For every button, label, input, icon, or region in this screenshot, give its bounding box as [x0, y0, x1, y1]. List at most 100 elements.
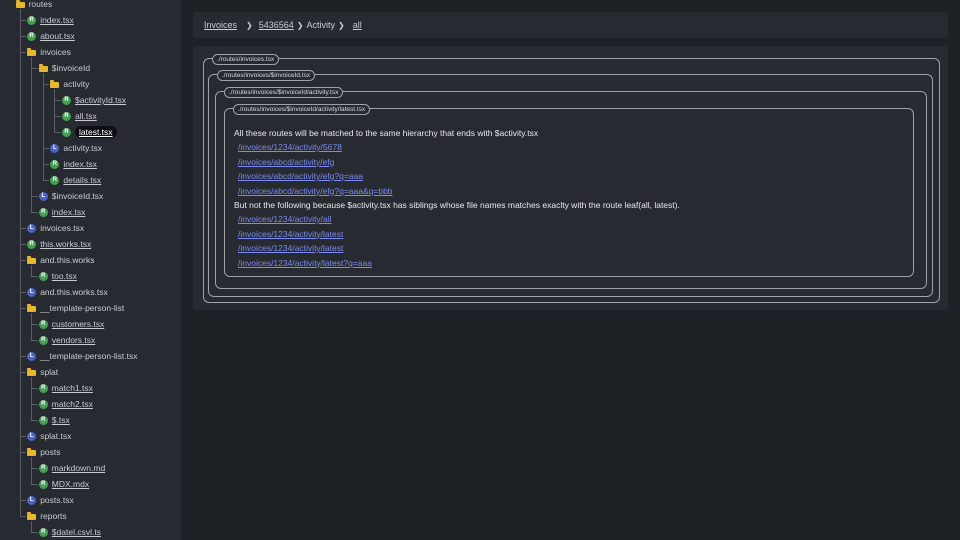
tree-file[interactable]: R $datel.csvl.ts [38, 524, 101, 540]
tree-file[interactable]: Rcustomers.tsx [38, 316, 104, 332]
tree-guide-line [31, 484, 38, 485]
tree-file[interactable]: R $activityId.tsx [62, 92, 126, 108]
chevron-right-icon: ❯ [296, 20, 304, 30]
tree-item-label[interactable]: $activityId.tsx [75, 95, 126, 105]
tree-file: Lsplat.tsx [27, 428, 71, 444]
tree-file: Linvoices.tsx [27, 220, 84, 236]
breadcrumb-activity: Activity [306, 20, 335, 30]
outlet-label: ./routes/invoices/$invoiceId/activity/la… [233, 104, 371, 115]
tree-item-label[interactable]: customers.tsx [52, 319, 104, 329]
tree-item-label[interactable]: $datel.csvl.ts [52, 527, 101, 537]
route-link[interactable]: /invoices/1234/activity/5678 [238, 140, 680, 155]
tree-guide-line [54, 89, 56, 132]
breadcrumb-all-link[interactable]: all [353, 20, 362, 30]
route-icon: R [38, 207, 48, 217]
tree-item-label[interactable]: match1.tsx [52, 383, 93, 393]
matched-intro-text: All these routes will be matched to the … [234, 128, 539, 138]
tree-guide-line [31, 340, 38, 341]
tree-guide-line [31, 276, 38, 277]
route-icon: R [38, 271, 48, 281]
matched-links-list: /invoices/1234/activity/5678/invoices/ab… [234, 140, 680, 198]
tree-file: Lposts.tsx [27, 492, 74, 508]
tree-folder: __template-person-list [27, 300, 124, 316]
folder-icon [27, 255, 37, 264]
tree-guide-line [31, 265, 33, 276]
tree-folder: $invoiceId [38, 60, 91, 76]
tree-file[interactable]: Rindex.tsx [50, 156, 97, 172]
tree-item-label[interactable]: index.tsx [40, 15, 74, 25]
tree-item-label: posts [40, 447, 61, 457]
breadcrumb-invoices-link[interactable]: Invoices [204, 20, 237, 30]
tree-file[interactable]: R MDX.mdx [38, 476, 89, 492]
route-link[interactable]: /invoices/abcd/activity/efg?q=aaa [238, 169, 680, 184]
tree-guide-line [31, 313, 33, 340]
tree-item-label[interactable]: vendors.tsx [52, 335, 95, 345]
folder-icon [27, 447, 37, 456]
tree-file[interactable]: Rtoo.tsx [38, 268, 77, 284]
route-icon: R [38, 463, 48, 473]
tree-item-label: invoices [40, 47, 71, 57]
tree-guide-line [54, 132, 61, 133]
tree-item-label[interactable]: index.tsx [52, 207, 86, 217]
route-icon: R [62, 111, 71, 121]
tree-item-label: activity.tsx [63, 143, 102, 153]
route-icon: R [38, 527, 48, 537]
layout-icon: L [27, 431, 37, 441]
tree-file[interactable]: Rabout.tsx [27, 28, 75, 44]
tree-item-label[interactable]: all.tsx [75, 111, 97, 121]
tree-file[interactable]: Rindex.tsx [38, 204, 86, 220]
tree-item-label[interactable]: about.tsx [40, 31, 75, 41]
route-icon: R [38, 319, 48, 329]
tree-guide-line [31, 57, 33, 212]
tree-guide-line [19, 9, 21, 516]
tree-item-label[interactable]: markdown.md [52, 463, 105, 473]
tree-file[interactable]: Rmatch1.tsx [38, 380, 93, 396]
file-tree-sidebar: routes Rindex.tsx Rabout.tsx invoices $invoi… [0, 0, 181, 540]
tree-item-label[interactable]: latest.tsx [75, 126, 117, 138]
tree-item-label[interactable]: index.tsx [63, 159, 97, 169]
outlet-label: ./routes/invoices.tsx [212, 54, 280, 65]
layout-icon: L [27, 351, 37, 361]
layout-icon: L [27, 223, 37, 233]
route-icon: R [38, 335, 48, 345]
route-link[interactable]: /invoices/1234/activity/latest [238, 241, 680, 256]
tree-item-label[interactable]: match2.tsx [52, 399, 93, 409]
route-link[interactable]: /invoices/abcd/activity/efg [238, 155, 680, 170]
unmatched-links-list: /invoices/1234/activity/all/invoices/123… [234, 212, 680, 270]
route-icon: R [50, 175, 60, 185]
tree-file[interactable]: Rall.tsx [62, 108, 97, 124]
tree-item-label[interactable]: this.works.tsx [40, 239, 91, 249]
tree-item-label: and.this.works.tsx [40, 287, 108, 297]
tree-folder: routes [15, 0, 52, 12]
tree-guide-line [19, 516, 27, 517]
tree-item-label[interactable]: $.tsx [52, 415, 70, 425]
layout-icon: L [38, 191, 48, 201]
folder-icon [38, 63, 48, 72]
tree-item-label[interactable]: too.tsx [52, 271, 77, 281]
tree-file[interactable]: Rlatest.tsx [62, 124, 117, 140]
tree-file: Lactivity.tsx [50, 140, 102, 156]
tree-file[interactable]: Rdetails.tsx [50, 172, 101, 188]
route-link[interactable]: /invoices/1234/activity/latest [238, 227, 680, 242]
route-link[interactable]: /invoices/1234/activity/latest?q=aaa [238, 256, 680, 271]
layout-icon: L [50, 143, 60, 153]
tree-file[interactable]: Rmatch2.tsx [38, 396, 93, 412]
tree-item-label[interactable]: MDX.mdx [52, 479, 89, 489]
tree-file[interactable]: Rthis.works.tsx [27, 236, 91, 252]
folder-icon [27, 367, 37, 376]
tree-item-label: $invoiceId [51, 63, 91, 73]
route-link[interactable]: /invoices/1234/activity/all [238, 212, 680, 227]
tree-item-label: and.this.works [40, 255, 95, 265]
tree-item-label: posts.tsx [40, 495, 74, 505]
tree-file[interactable]: Rmarkdown.md [38, 460, 105, 476]
tree-file[interactable]: Rvendors.tsx [38, 332, 95, 348]
tree-file[interactable]: R $.tsx [38, 412, 70, 428]
tree-file[interactable]: Rindex.tsx [27, 12, 74, 28]
tree-guide-line [42, 73, 44, 180]
tree-guide-line [31, 420, 38, 421]
tree-item-label: __template-person-list.tsx [40, 351, 138, 361]
tree-item-label[interactable]: details.tsx [63, 175, 101, 185]
breadcrumb-invoice-id-link[interactable]: 5436564 [259, 20, 294, 30]
route-link[interactable]: /invoices/abcd/activity/efg?q=aaa&q=bbb [238, 184, 680, 199]
route-description: All these routes will be matched to the … [234, 126, 680, 270]
